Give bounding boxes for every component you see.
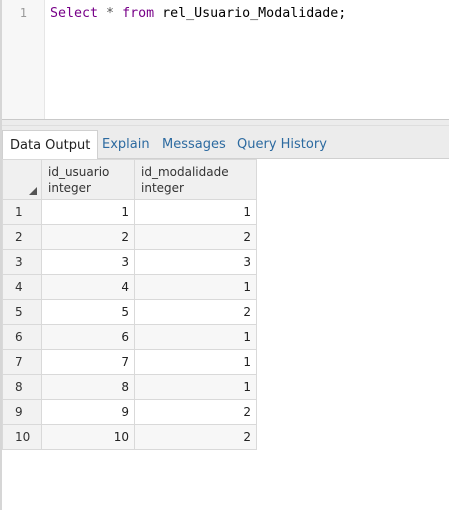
panel-splitter[interactable] — [2, 119, 449, 126]
cell-id-modalidade[interactable]: 3 — [134, 249, 257, 275]
cell-id-usuario[interactable]: 5 — [41, 299, 135, 325]
table-reference: rel_Usuario_Modalidade; — [154, 6, 347, 21]
cell-id-usuario[interactable]: 4 — [41, 274, 135, 300]
column-header-id-modalidade[interactable]: id_modalidadeinteger — [134, 159, 257, 200]
cell-id-modalidade[interactable]: 1 — [134, 374, 257, 400]
cell-id-usuario[interactable]: 9 — [41, 399, 135, 425]
cell-id-usuario[interactable]: 7 — [41, 349, 135, 375]
cell-id-modalidade[interactable]: 1 — [134, 349, 257, 375]
corner-triangle-icon — [29, 187, 37, 195]
line-gutter: 1 — [2, 0, 45, 119]
select-star: * — [98, 6, 123, 21]
grid-header-row: id_usuariointeger id_modalidadeinteger — [2, 159, 257, 200]
cell-id-modalidade[interactable]: 2 — [134, 399, 257, 425]
table-row: 333 — [2, 249, 257, 275]
tab-query-history[interactable]: Query History — [237, 130, 327, 159]
sql-editor[interactable]: 1 Select * from rel_Usuario_Modalidade; — [2, 0, 449, 119]
row-number[interactable]: 5 — [2, 299, 42, 325]
row-number[interactable]: 10 — [2, 424, 42, 450]
table-row: 771 — [2, 349, 257, 375]
results-tabbar: Data Output Explain Messages Query Histo… — [2, 126, 449, 160]
column-type: integer — [48, 181, 91, 195]
cell-id-usuario[interactable]: 1 — [41, 199, 135, 225]
tab-data-output[interactable]: Data Output — [2, 130, 99, 160]
cell-id-modalidade[interactable]: 2 — [134, 224, 257, 250]
column-type: integer — [141, 181, 184, 195]
table-row: 441 — [2, 274, 257, 300]
cell-id-modalidade[interactable]: 2 — [134, 299, 257, 325]
table-row: 552 — [2, 299, 257, 325]
cell-id-usuario[interactable]: 2 — [41, 224, 135, 250]
tab-explain[interactable]: Explain — [102, 130, 150, 159]
cell-id-modalidade[interactable]: 1 — [134, 324, 257, 350]
select-all-corner[interactable] — [2, 159, 42, 200]
table-row: 661 — [2, 324, 257, 350]
row-number[interactable]: 4 — [2, 274, 42, 300]
query-text[interactable]: Select * from rel_Usuario_Modalidade; — [50, 6, 346, 21]
row-number[interactable]: 2 — [2, 224, 42, 250]
cell-id-usuario[interactable]: 10 — [41, 424, 135, 450]
line-number: 1 — [19, 6, 27, 20]
row-number[interactable]: 6 — [2, 324, 42, 350]
column-name: id_usuario — [48, 165, 110, 179]
row-number[interactable]: 1 — [2, 199, 42, 225]
tab-messages[interactable]: Messages — [162, 130, 226, 159]
cell-id-usuario[interactable]: 8 — [41, 374, 135, 400]
table-row: 222 — [2, 224, 257, 250]
table-row: 992 — [2, 399, 257, 425]
cell-id-modalidade[interactable]: 2 — [134, 424, 257, 450]
row-number[interactable]: 9 — [2, 399, 42, 425]
row-number[interactable]: 3 — [2, 249, 42, 275]
table-row: 10 10 2 — [2, 424, 257, 450]
cell-id-modalidade[interactable]: 1 — [134, 274, 257, 300]
column-header-id-usuario[interactable]: id_usuariointeger — [41, 159, 135, 200]
keyword-select: Select — [50, 6, 99, 21]
table-row: 881 — [2, 374, 257, 400]
table-row: 111 — [2, 199, 257, 225]
cell-id-usuario[interactable]: 3 — [41, 249, 135, 275]
cell-id-modalidade[interactable]: 1 — [134, 199, 257, 225]
row-number[interactable]: 7 — [2, 349, 42, 375]
row-number[interactable]: 8 — [2, 374, 42, 400]
keyword-from: from — [122, 6, 155, 21]
column-name: id_modalidade — [141, 165, 229, 179]
results-grid: id_usuariointeger id_modalidadeinteger 1… — [2, 159, 257, 450]
cell-id-usuario[interactable]: 6 — [41, 324, 135, 350]
